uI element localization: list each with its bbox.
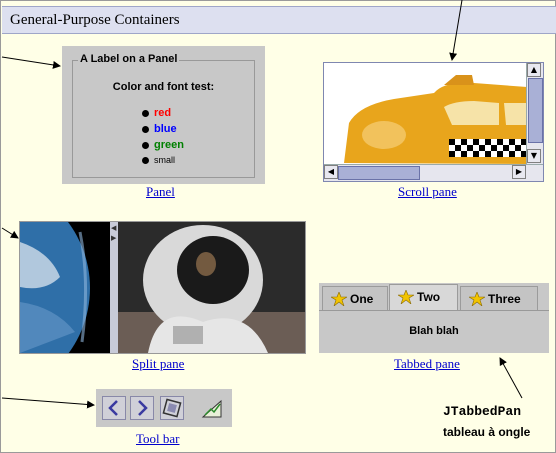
arrow-to-toolbar [1, 397, 95, 409]
tabbed-pane-demo: One Two Three Blah blah [319, 283, 549, 353]
panel-subtitle: Color and font test: [112, 81, 215, 93]
graph-icon [201, 399, 222, 418]
tab-content: Blah blah [319, 310, 549, 354]
annotation-description: tableau à ongle [443, 425, 531, 439]
split-divider[interactable]: ◀ ▶ [110, 222, 118, 353]
bullet-label: blue [154, 123, 177, 135]
tab-two[interactable]: Two [389, 284, 458, 311]
tab-label: One [350, 292, 374, 306]
horizontal-scrollbar[interactable]: ◀ ▶ [324, 164, 543, 181]
scroll-left-icon[interactable]: ◀ [324, 165, 338, 179]
split-pane-demo: ◀ ▶ [19, 221, 306, 354]
scroll-pane-link[interactable]: Scroll pane [398, 184, 457, 200]
arrow-to-split [1, 227, 19, 239]
astronaut-image [118, 222, 305, 353]
tab-label: Three [488, 292, 521, 306]
tabbed-pane-link[interactable]: Tabbed pane [394, 356, 460, 372]
tab-one[interactable]: One [322, 286, 388, 310]
frame-button[interactable] [160, 396, 184, 420]
taxi-image [324, 63, 527, 164]
bullet-item-red: red [142, 107, 171, 119]
toolbar-link[interactable]: Tool bar [136, 431, 180, 447]
chevron-right-icon [138, 400, 148, 416]
bullet-label: green [154, 139, 184, 151]
scroll-down-icon[interactable]: ▼ [527, 149, 541, 163]
forward-button[interactable] [130, 396, 154, 420]
bullet-item-blue: blue [142, 123, 177, 135]
bullet-icon [142, 141, 149, 149]
panel-link[interactable]: Panel [146, 184, 175, 200]
panel-title: A Label on a Panel [78, 53, 180, 65]
bullet-icon [142, 157, 149, 165]
bullet-item-small: small [142, 155, 175, 165]
divider-left-arrow-icon[interactable]: ◀ [111, 224, 116, 232]
star-icon [331, 291, 347, 306]
split-pane-link[interactable]: Split pane [132, 356, 184, 372]
panel-demo: A Label on a Panel Color and font test: … [62, 46, 265, 184]
scroll-pane-demo: ▲ ▼ ◀ ▶ [323, 62, 544, 182]
bullet-item-green: green [142, 139, 184, 151]
earth-image [20, 222, 110, 353]
horizontal-scroll-thumb[interactable] [338, 166, 420, 180]
arrow-to-tabbed [499, 357, 523, 399]
graph-button[interactable] [200, 396, 224, 420]
tab-three[interactable]: Three [460, 286, 538, 310]
back-button[interactable] [102, 396, 126, 420]
vertical-scroll-thumb[interactable] [528, 78, 543, 143]
divider-right-arrow-icon[interactable]: ▶ [111, 234, 116, 242]
chevron-left-icon [108, 400, 118, 416]
bullet-icon [142, 125, 149, 133]
bullet-label: red [154, 107, 172, 119]
star-icon [469, 291, 485, 306]
picture-frame-icon [162, 398, 182, 418]
scroll-right-icon[interactable]: ▶ [512, 165, 526, 179]
annotation-class-name: JTabbedPan [443, 404, 522, 419]
star-icon [398, 289, 414, 304]
tab-label: Two [417, 290, 441, 304]
bullet-icon [142, 109, 149, 117]
scroll-up-icon[interactable]: ▲ [527, 63, 541, 77]
vertical-scrollbar[interactable]: ▲ ▼ [526, 63, 543, 164]
toolbar-demo [96, 389, 232, 427]
bullet-label: small [154, 155, 176, 165]
arrow-to-scroll [449, 0, 463, 61]
arrow-to-panel [1, 56, 61, 69]
